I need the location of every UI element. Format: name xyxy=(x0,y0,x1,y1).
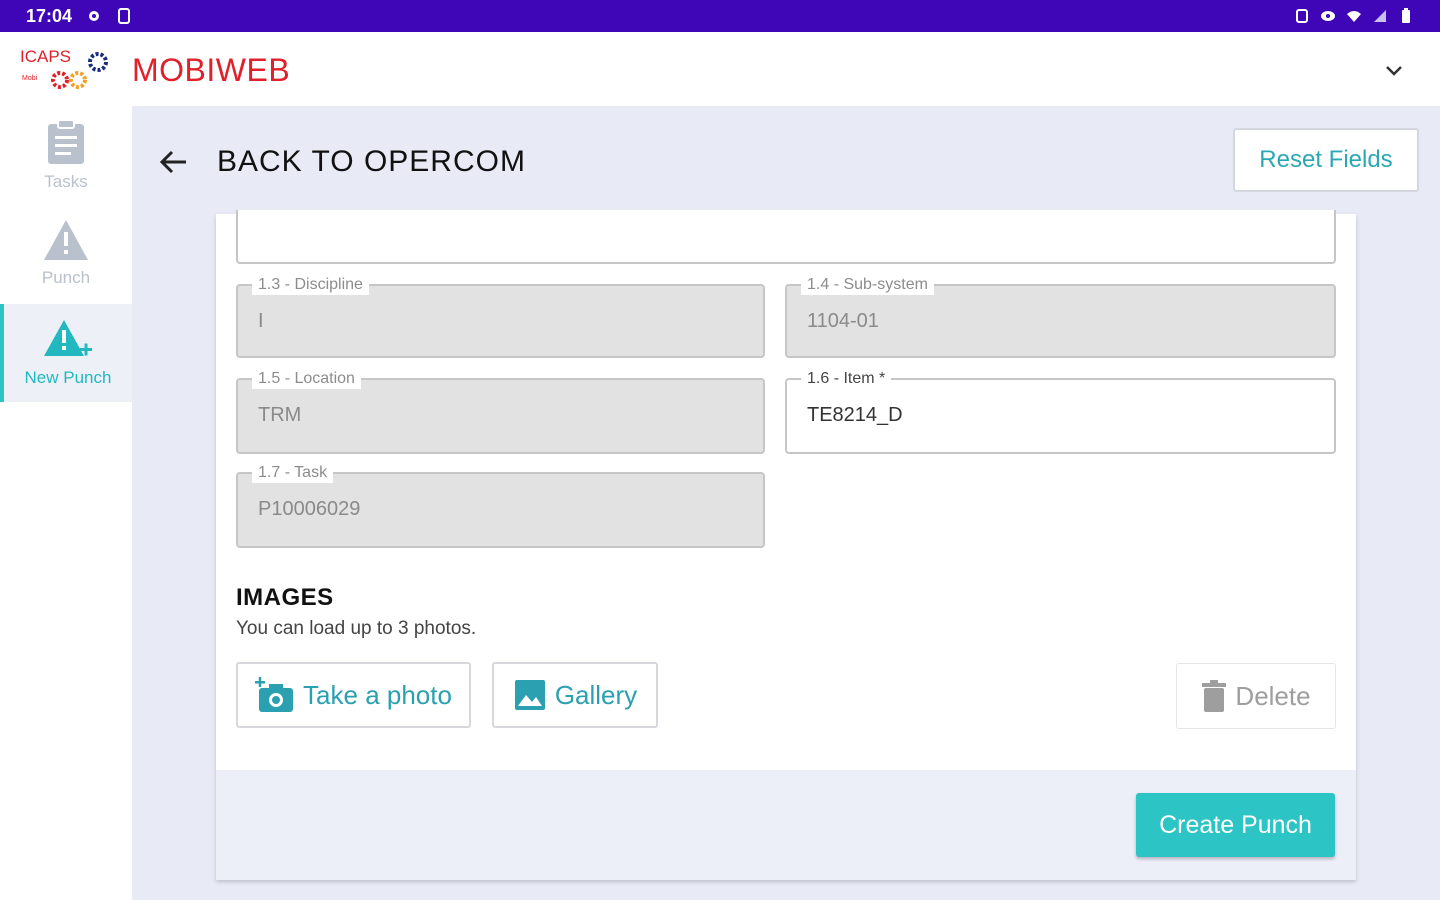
sidebar-item-new-punch[interactable]: New Punch xyxy=(0,304,132,402)
punch-form-card: 1.3 - Discipline I 1.4 - Sub-system 1104… xyxy=(216,210,1356,880)
delete-button[interactable]: Delete xyxy=(1176,663,1336,729)
gallery-label: Gallery xyxy=(554,679,638,710)
field-label: 1.5 - Location xyxy=(252,369,361,389)
take-photo-label: Take a photo xyxy=(303,679,452,710)
chevron-down-icon[interactable] xyxy=(1382,58,1406,82)
sidebar-item-label: New Punch xyxy=(24,368,112,387)
location-field: 1.5 - Location TRM xyxy=(236,369,765,454)
reset-fields-button[interactable]: Reset Fields xyxy=(1233,128,1419,192)
images-subtitle: You can load up to 3 photos. xyxy=(236,618,477,639)
status-time: 17:04 xyxy=(26,5,73,26)
svg-text:ICAPS: ICAPS xyxy=(20,47,71,66)
icaps-logo: ICAPS Mobi xyxy=(20,47,108,89)
field-value: TE8214_D xyxy=(807,404,903,426)
svg-text:Mobi: Mobi xyxy=(22,75,38,82)
discipline-field: 1.3 - Discipline I xyxy=(236,275,765,358)
battery-icon xyxy=(1402,8,1410,23)
field-value: TRM xyxy=(258,404,302,426)
app-bar: ICAPS Mobi MOBIWEB xyxy=(0,32,1440,106)
sidebar-item-label: Tasks xyxy=(44,172,88,191)
item-field[interactable]: 1.6 - Item * TE8214_D xyxy=(785,369,1336,454)
sidebar-item-label: Punch xyxy=(41,268,91,287)
sidebar-item-tasks[interactable]: Tasks xyxy=(0,106,132,204)
image-icon xyxy=(514,680,545,710)
back-title[interactable]: BACK TO OPERCOM xyxy=(217,145,526,179)
signal-icon xyxy=(1374,10,1386,22)
nfc-icon xyxy=(1296,9,1308,23)
take-photo-button[interactable]: Take a photo xyxy=(236,662,471,728)
field-label: 1.7 - Task xyxy=(252,463,334,483)
settings-icon xyxy=(89,11,100,21)
add-camera-icon xyxy=(255,677,294,712)
task-field: 1.7 - Task P10006029 xyxy=(236,463,765,548)
field-value: 1104-01 xyxy=(807,310,879,332)
field-label: 1.4 - Sub-system xyxy=(801,275,934,295)
field-value: P10006029 xyxy=(258,498,361,520)
delete-label: Delete xyxy=(1235,680,1311,711)
warning-plus-icon xyxy=(44,320,92,356)
app-brand: MOBIWEB xyxy=(132,52,291,88)
sidebar-item-punch[interactable]: Punch xyxy=(0,204,132,302)
status-bar: 17:04 xyxy=(0,0,1440,32)
images-title: IMAGES xyxy=(236,584,334,611)
trash-icon xyxy=(1202,680,1227,712)
eye-icon xyxy=(1321,11,1335,21)
field-label: 1.3 - Discipline xyxy=(252,275,369,295)
back-arrow-icon[interactable] xyxy=(156,144,192,180)
field-value: I xyxy=(258,310,264,332)
gallery-button[interactable]: Gallery xyxy=(492,662,658,728)
clipboard-icon xyxy=(48,119,84,164)
field-label: 1.6 - Item * xyxy=(801,369,892,389)
sidebar: Tasks Punch New Punch xyxy=(0,106,132,900)
create-punch-button[interactable]: Create Punch xyxy=(1136,793,1335,857)
warning-icon xyxy=(44,220,88,260)
text-field[interactable] xyxy=(236,210,1336,264)
sim-icon xyxy=(118,8,131,24)
wifi-icon xyxy=(1347,11,1361,22)
subsystem-field: 1.4 - Sub-system 1104-01 xyxy=(785,275,1336,358)
